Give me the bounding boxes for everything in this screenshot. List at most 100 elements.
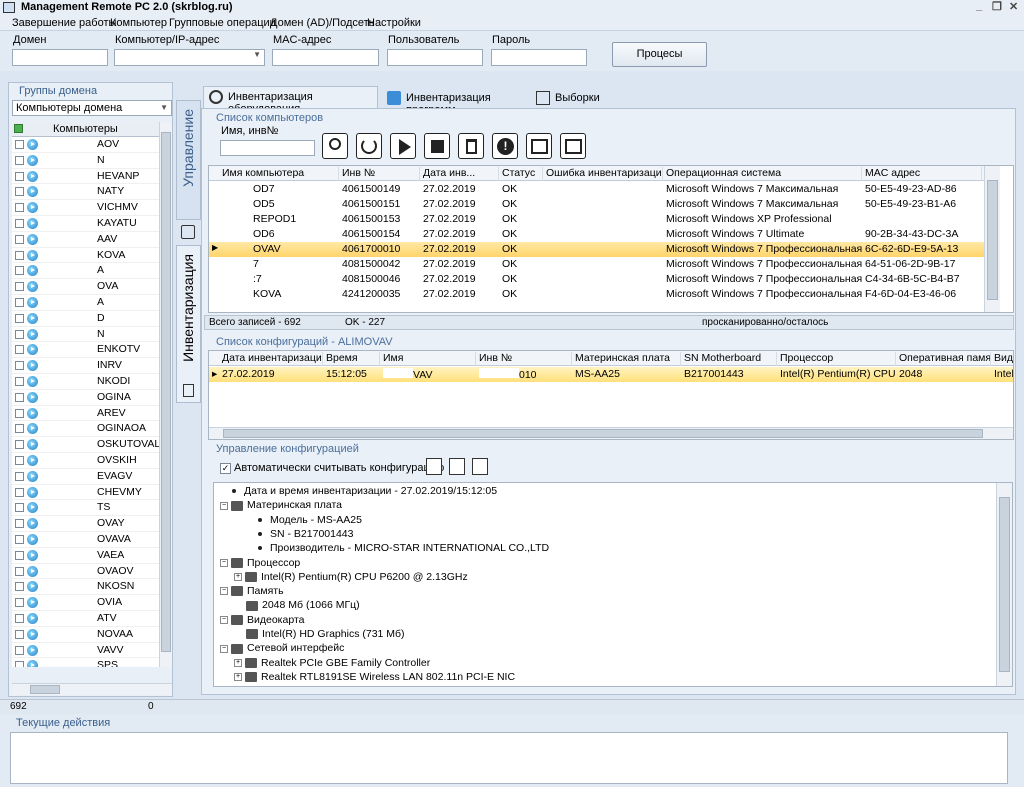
col-inv[interactable]: Инв № xyxy=(339,167,420,181)
clear-config-button[interactable] xyxy=(426,458,442,475)
tab-hardware-inventory[interactable]: Инвентаризация оборудования xyxy=(203,86,378,115)
list-item[interactable]: AAV xyxy=(12,232,159,248)
collapse-icon[interactable]: − xyxy=(220,558,228,567)
col-video[interactable]: Виде xyxy=(991,352,1013,366)
list-item[interactable]: OVAOV xyxy=(12,564,159,580)
list-item[interactable]: OVIA xyxy=(12,595,159,611)
delete-button[interactable] xyxy=(458,133,484,159)
expand-icon[interactable]: + xyxy=(234,573,242,582)
table-row[interactable]: OD7 4061500149 27.02.2019 OK Microsoft Windo… xyxy=(209,182,984,197)
tree-node[interactable]: Intel(R) HD Graphics (731 Мб) xyxy=(234,628,405,640)
list-item[interactable]: OGINAOA xyxy=(12,421,159,438)
computer-checkbox[interactable] xyxy=(15,519,24,529)
tree-node[interactable]: 2048 Мб (1066 МГц) xyxy=(234,599,360,611)
expand-icon[interactable]: + xyxy=(234,673,242,682)
list-item[interactable]: OVA xyxy=(12,279,159,295)
collapse-icon[interactable]: − xyxy=(220,644,228,653)
computer-checkbox[interactable] xyxy=(15,203,24,213)
computer-checkbox[interactable] xyxy=(15,250,24,260)
menu-computer[interactable]: Компьютер xyxy=(110,17,167,29)
list-item[interactable]: NATY xyxy=(12,184,159,201)
col-sn-motherboard[interactable]: SN Motherboard xyxy=(681,352,777,366)
tree-node[interactable]: − Материнская плата xyxy=(220,499,342,511)
auto-read-checkbox[interactable]: ✓ xyxy=(220,463,231,474)
col-time[interactable]: Время xyxy=(323,352,380,366)
col-date[interactable]: Дата инв... xyxy=(420,167,499,181)
table-row[interactable]: :7 4081500046 27.02.2019 OK Microsoft Window… xyxy=(209,272,984,287)
computer-checkbox[interactable] xyxy=(15,392,24,402)
select-all-checkbox[interactable] xyxy=(14,124,23,133)
list-item[interactable]: CHEVMY xyxy=(12,485,159,501)
computer-checkbox[interactable] xyxy=(15,661,24,667)
computer-checkbox[interactable] xyxy=(15,629,24,639)
list-item[interactable]: KAYATU xyxy=(12,216,159,232)
list-item[interactable]: INRV xyxy=(12,358,159,374)
tree-node[interactable]: + Realtek PCIe GBE Family Controller xyxy=(234,657,430,669)
scrollbar-thumb[interactable] xyxy=(987,180,998,300)
col-inv-date[interactable]: Дата инвентаризации xyxy=(219,352,323,366)
list-item[interactable]: A xyxy=(12,263,159,280)
list-item[interactable]: VAVV xyxy=(12,643,159,659)
tab-manage[interactable]: Управление xyxy=(176,100,201,220)
tree-node[interactable]: − Память xyxy=(220,585,284,597)
computer-checkbox[interactable] xyxy=(15,155,24,165)
computer-checkbox[interactable] xyxy=(15,535,24,544)
computer-checkbox[interactable] xyxy=(15,550,24,560)
computer-checkbox[interactable] xyxy=(15,566,24,576)
search-button[interactable] xyxy=(322,133,348,159)
list-item[interactable]: A xyxy=(12,295,159,311)
tree-node[interactable]: SN - B217001443 xyxy=(234,528,353,540)
list-item[interactable]: AOV xyxy=(12,137,159,153)
list-item[interactable]: OVSKIH xyxy=(12,453,159,469)
menu-group-ops[interactable]: Групповые операции xyxy=(169,17,276,29)
tree-node[interactable]: Производитель - MICRO-STAR INTERNATIONAL… xyxy=(234,542,549,554)
close-icon[interactable]: ✕ xyxy=(1009,0,1018,13)
computer-checkbox[interactable] xyxy=(15,234,24,244)
computer-checkbox[interactable] xyxy=(15,424,24,434)
list-item[interactable]: NOVAA xyxy=(12,627,159,643)
check-button[interactable] xyxy=(560,133,586,159)
list-item[interactable]: ATV xyxy=(12,611,159,627)
config-tree-scrollbar[interactable] xyxy=(996,483,1012,686)
minimize-icon[interactable]: _ xyxy=(976,0,982,12)
computer-checkbox[interactable] xyxy=(15,298,24,307)
processes-button[interactable]: Процесы xyxy=(612,42,707,67)
computer-checkbox[interactable] xyxy=(15,329,24,339)
tree-node[interactable]: − Видеокарта xyxy=(220,614,304,626)
computer-checkbox[interactable] xyxy=(15,471,24,481)
list-item[interactable]: OSKUTOVAL xyxy=(12,437,159,453)
list-item[interactable]: N xyxy=(12,153,159,169)
computer-checkbox[interactable] xyxy=(15,219,24,228)
search-input[interactable] xyxy=(220,140,315,156)
col-error[interactable]: Ошибка инвентаризации xyxy=(543,167,663,181)
table-row[interactable]: REPOD1 4061500153 27.02.2019 OK Microsoft Wi… xyxy=(209,212,984,227)
user-input[interactable] xyxy=(387,49,483,66)
tree-node[interactable]: Модель - MS-AA25 xyxy=(234,514,362,526)
list-item[interactable]: NKODI xyxy=(12,374,159,390)
list-item[interactable]: KOVA xyxy=(12,248,159,264)
col-ram[interactable]: Оперативная память xyxy=(896,352,991,366)
domain-input[interactable] xyxy=(12,49,108,66)
list-item[interactable]: ENKOTV xyxy=(12,342,159,359)
menu-settings[interactable]: Настройки xyxy=(367,17,421,29)
export-config-button[interactable] xyxy=(472,458,488,475)
computer-checkbox[interactable] xyxy=(15,377,24,386)
computer-checkbox[interactable] xyxy=(15,345,24,355)
computer-checkbox[interactable] xyxy=(15,614,24,623)
col-mac[interactable]: MAC адрес xyxy=(862,167,982,181)
stop-button[interactable] xyxy=(424,133,450,159)
computer-checkbox[interactable] xyxy=(15,361,24,371)
tree-node[interactable]: −Жесткий ... xyxy=(220,685,300,686)
password-input[interactable] xyxy=(491,49,587,66)
tab-inventory[interactable]: Инвентаризация xyxy=(176,245,201,403)
computers-list-hscroll[interactable] xyxy=(12,683,172,695)
config-row-selected[interactable]: ▸ 27.02.2019 15:12:05 VAV 010 MS-AA25 B2… xyxy=(209,367,1013,382)
computer-checkbox[interactable] xyxy=(15,313,24,323)
computer-checkbox[interactable] xyxy=(15,440,24,450)
mac-input[interactable] xyxy=(272,49,379,66)
table-row[interactable]: ▶ OVAV 4061700010 27.02.2019 OK Microsoft Win… xyxy=(209,242,984,257)
list-item[interactable]: D xyxy=(12,311,159,327)
col-computer-name[interactable]: Имя компьютера xyxy=(219,167,339,181)
list-item[interactable]: EVAGV xyxy=(12,469,159,485)
tree-node[interactable]: + Realtek RTL8191SE Wireless LAN 802.11n … xyxy=(234,671,515,683)
